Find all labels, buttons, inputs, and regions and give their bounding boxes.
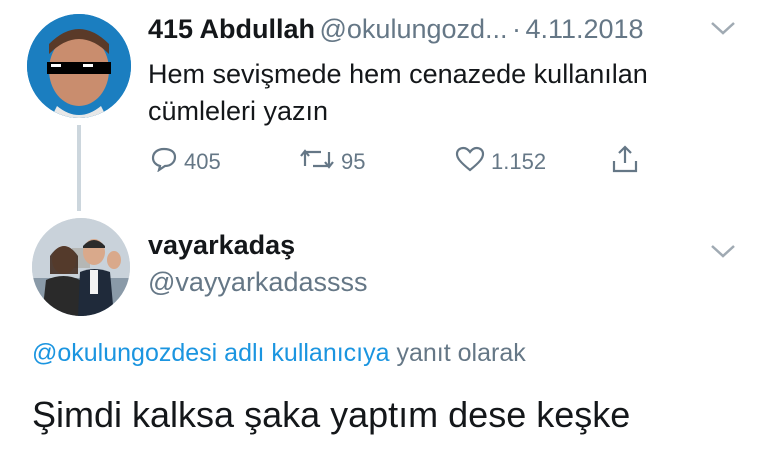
reply-author-name[interactable]: vayarkadaş	[148, 230, 367, 261]
like-button[interactable]: 1.152	[455, 146, 546, 178]
retweet-button[interactable]: 95	[299, 146, 365, 178]
chevron-down-icon[interactable]	[710, 20, 736, 41]
reply-author: vayarkadaş @vayyarkadassss	[148, 230, 367, 298]
avatar-abdullah[interactable]	[27, 14, 131, 118]
like-icon	[455, 146, 485, 178]
reply-author-handle[interactable]: @vayyarkadassss	[148, 267, 367, 298]
tweet-text: Hem sevişmede hem cenazede kullanılan cü…	[148, 56, 648, 130]
tweet-text-line: Hem sevişmede hem cenazede kullanılan	[148, 59, 648, 89]
thread-line	[77, 125, 81, 211]
replying-to-link[interactable]: @okulungozdesi adlı kullanıcıya	[32, 339, 390, 367]
share-button[interactable]	[610, 144, 640, 180]
reply-count: 405	[184, 149, 221, 174]
tweet-text-line: cümleleri yazın	[148, 96, 329, 126]
tweet-header: 415 Abdullah @okulungozd... · 4.11.2018	[148, 14, 644, 45]
tweet-date[interactable]: 4.11.2018	[525, 14, 643, 44]
retweet-count: 95	[341, 149, 366, 174]
reply-icon	[150, 146, 178, 178]
reply-button[interactable]: 405	[150, 146, 221, 178]
chevron-down-icon[interactable]	[710, 243, 736, 264]
separator: ·	[511, 14, 521, 44]
replying-to-suffix: yanıt olarak	[396, 339, 526, 367]
share-icon	[610, 144, 640, 180]
author-name[interactable]: 415 Abdullah	[148, 14, 315, 44]
like-count: 1.152	[491, 149, 547, 174]
reply-text: Şimdi kalksa şaka yaptım dese keşke	[32, 394, 631, 435]
retweet-icon	[299, 146, 335, 178]
author-handle[interactable]: @okulungozd...	[320, 14, 508, 44]
avatar-vayarkadas[interactable]	[32, 218, 130, 316]
replying-to: @okulungozdesi adlı kullanıcıya yanıt ol…	[32, 339, 526, 368]
